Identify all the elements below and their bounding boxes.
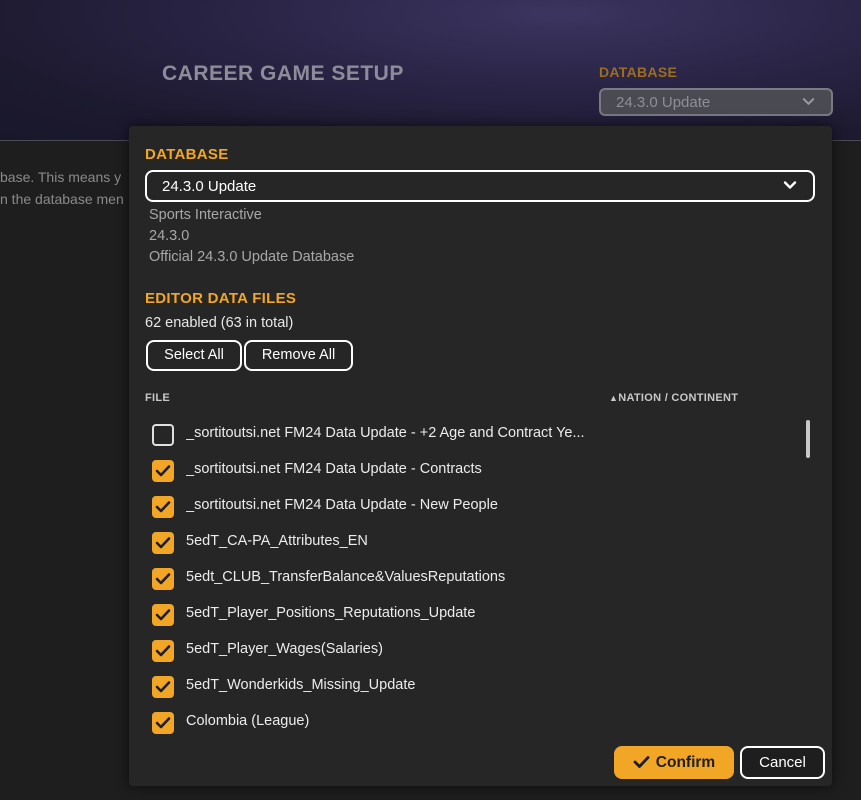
page-header-background	[0, 0, 861, 141]
checkmark-icon	[155, 501, 171, 513]
file-checkbox[interactable]	[152, 532, 174, 554]
file-name: _sortitoutsi.net FM24 Data Update - New …	[186, 497, 498, 513]
checkmark-icon	[155, 609, 171, 621]
file-row[interactable]: _sortitoutsi.net FM24 Data Update - Cont…	[129, 452, 809, 488]
file-checkbox[interactable]	[152, 568, 174, 590]
checkmark-icon	[155, 681, 171, 693]
file-row[interactable]: Colombia (League)	[129, 704, 809, 740]
remove-all-button[interactable]: Remove All	[244, 340, 353, 371]
file-checkbox[interactable]	[152, 424, 174, 446]
checkmark-icon	[155, 717, 171, 729]
file-row[interactable]: _sortitoutsi.net FM24 Data Update - +2 A…	[129, 416, 809, 452]
checkmark-icon	[155, 645, 171, 657]
file-checkbox[interactable]	[152, 712, 174, 734]
cancel-button[interactable]: Cancel	[740, 746, 825, 779]
file-name: _sortitoutsi.net FM24 Data Update - Cont…	[186, 461, 482, 477]
file-name: 5edT_Player_Wages(Salaries)	[186, 641, 383, 657]
file-name: Colombia (League)	[186, 713, 310, 729]
file-name: 5edT_CA-PA_Attributes_EN	[186, 533, 368, 549]
background-description-line: n the database men	[0, 191, 124, 207]
file-checkbox[interactable]	[152, 496, 174, 518]
file-name: _sortitoutsi.net FM24 Data Update - +2 A…	[186, 425, 585, 441]
file-row[interactable]: 5edT_Player_Positions_Reputations_Update	[129, 596, 809, 632]
sort-ascending-icon: ▲	[609, 393, 619, 403]
file-list-scrollbar[interactable]	[806, 420, 810, 458]
checkmark-icon	[155, 537, 171, 549]
file-checkbox[interactable]	[152, 604, 174, 626]
file-name: 5edt_CLUB_TransferBalance&ValuesReputati…	[186, 569, 506, 585]
file-checkbox[interactable]	[152, 676, 174, 698]
checkmark-icon	[633, 756, 650, 768]
file-name: 5edT_Wonderkids_Missing_Update	[186, 677, 416, 693]
database-select-value: 24.3.0 Update	[162, 178, 257, 195]
file-row[interactable]: _sortitoutsi.net FM24 Data Update - New …	[129, 488, 809, 524]
database-section-label: DATABASE	[145, 146, 229, 163]
column-header-nation[interactable]: ▲NATION / CONTINENT	[609, 392, 738, 404]
database-author: Sports Interactive	[149, 207, 262, 223]
background-description-line: base. This means y	[0, 169, 122, 185]
database-select[interactable]: 24.3.0 Update	[145, 170, 815, 202]
database-description: Official 24.3.0 Update Database	[149, 249, 355, 265]
database-version: 24.3.0	[149, 228, 190, 244]
confirm-button-label: Confirm	[655, 754, 716, 771]
chevron-down-icon	[783, 178, 797, 192]
checkmark-icon	[155, 573, 171, 585]
file-row[interactable]: 5edt_CLUB_TransferBalance&ValuesReputati…	[129, 560, 809, 596]
checkmark-icon	[155, 465, 171, 477]
confirm-button[interactable]: Confirm	[614, 746, 734, 779]
file-checkbox[interactable]	[152, 640, 174, 662]
background-database-select[interactable]: 24.3.0 Update	[599, 88, 833, 116]
column-header-file[interactable]: FILE	[145, 392, 170, 404]
background-database-value: 24.3.0 Update	[616, 94, 711, 111]
background-database-label: DATABASE	[599, 64, 678, 80]
database-setup-dialog: DATABASE 24.3.0 Update Sports Interactiv…	[129, 126, 832, 786]
chevron-down-icon	[802, 95, 815, 111]
select-all-button[interactable]: Select All	[146, 340, 242, 371]
page-title: CAREER GAME SETUP	[162, 62, 404, 85]
enabled-files-count: 62 enabled (63 in total)	[145, 315, 294, 331]
file-row[interactable]: 5edT_CA-PA_Attributes_EN	[129, 524, 809, 560]
editor-data-files-label: EDITOR DATA FILES	[145, 290, 297, 307]
file-name: 5edT_Player_Positions_Reputations_Update	[186, 605, 476, 621]
column-header-nation-label: NATION / CONTINENT	[618, 392, 739, 404]
file-row[interactable]: 5edT_Player_Wages(Salaries)	[129, 632, 809, 668]
file-list[interactable]: _sortitoutsi.net FM24 Data Update - +2 A…	[129, 416, 832, 742]
file-row[interactable]: 5edT_Wonderkids_Missing_Update	[129, 668, 809, 704]
file-checkbox[interactable]	[152, 460, 174, 482]
